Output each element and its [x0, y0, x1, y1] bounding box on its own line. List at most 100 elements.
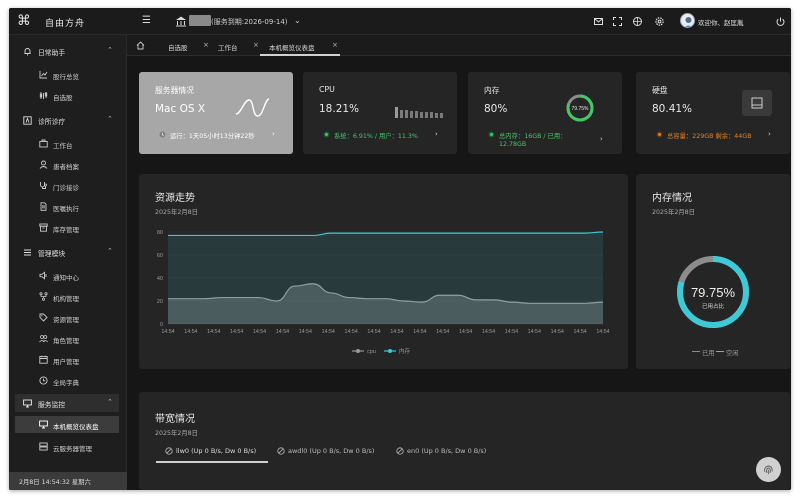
- chevron-down-icon[interactable]: ⌄: [294, 16, 301, 25]
- x-tick-label: 14:54: [596, 329, 609, 335]
- sidebar-item-roles[interactable]: 角色管理: [9, 330, 127, 347]
- workbench-icon: [39, 139, 48, 148]
- x-tick-label: 14:54: [322, 329, 335, 335]
- app-window: ⌘ 自由方舟 ☰ (服务到期:2026-09-14) ⌄ 欢迎你、赵匡胤 日常助…: [9, 8, 791, 490]
- sidebar-item-label: 本机概览仪表盘: [53, 423, 99, 431]
- sidebar-item-resources[interactable]: 资源管理: [9, 309, 127, 326]
- resource-trend-card: 资源走势 2025年2月8日 0 20 40 60 80 14:54 14:54 14:54 1…: [139, 174, 628, 369]
- interface-icon: [277, 447, 285, 455]
- sidebar-item-label: 云服务器管理: [53, 445, 92, 453]
- x-tick-label: 14:54: [390, 329, 403, 335]
- sidebar-group-label: 管理模块: [38, 250, 66, 258]
- x-tick-label: 14:54: [573, 329, 586, 335]
- sidebar-item-label: 用户管理: [53, 358, 79, 366]
- tab-watchlist[interactable]: 自选股 ×: [160, 35, 210, 56]
- status-dot-icon: [323, 131, 330, 138]
- sidebar-item-watchlist[interactable]: 自选股: [9, 87, 127, 104]
- sidebar-item-outpatient[interactable]: 门诊接诊: [9, 177, 127, 194]
- net-tab-llw0[interactable]: llw0 (Up 0 B/s, Dw 0 B/s): [156, 442, 268, 463]
- memory-panel: 内存情况 2025年2月8日 79.75% 已用占比 已用 空闲: [636, 174, 790, 369]
- sidebar-item-orders[interactable]: 医嘱执行: [9, 198, 127, 215]
- sidebar-item-dictionary[interactable]: 全局字典: [9, 372, 127, 389]
- datetime-text: 2月8日 14:54:32 星期六: [19, 479, 91, 486]
- command-logo-icon[interactable]: ⌘: [17, 14, 31, 28]
- fingerprint-button[interactable]: [756, 457, 781, 482]
- sidebar-item-users[interactable]: 用户管理: [9, 351, 127, 368]
- tab-label: 工作台: [218, 44, 238, 52]
- sidebar-group-clinic[interactable]: 诊所诊疗 ⌃: [9, 111, 127, 129]
- legend-free: 空闲: [726, 350, 739, 357]
- calendar-user-icon: [39, 355, 48, 364]
- x-tick-label: 14:54: [459, 329, 472, 335]
- tab-local-dashboard[interactable]: 本机概览仪表盘 ×: [260, 35, 340, 56]
- sidebar-item-inventory[interactable]: 库存管理: [9, 219, 127, 236]
- apple-wave-icon: [235, 98, 270, 117]
- settings-icon[interactable]: [654, 16, 665, 27]
- hard-disk-icon: [751, 97, 763, 109]
- sidebar-item-label: 资源管理: [53, 316, 79, 324]
- chevron-up-icon: ⌃: [107, 398, 113, 406]
- close-icon[interactable]: ×: [203, 41, 209, 49]
- bank-icon: [176, 16, 186, 27]
- chevron-up-icon: ⌃: [107, 247, 113, 255]
- section-date: 2025年2月8日: [155, 430, 198, 437]
- sidebar-item-market-overview[interactable]: 股行总览: [9, 66, 127, 83]
- sidebar-clock: 2月8日 14:54:32 星期六: [9, 472, 127, 490]
- chevron-right-icon[interactable]: ›: [600, 135, 603, 143]
- x-tick-label: 14:54: [161, 329, 174, 335]
- x-tick-label: 14:54: [184, 329, 197, 335]
- memory-card: 内存 80% 79.75% 总内存：16GB / 已用： 12.78GB ›: [468, 72, 622, 154]
- uptime-text: 运行：1天05小时13分钟22秒: [170, 133, 255, 140]
- cpu-value: 18.21%: [319, 103, 360, 115]
- legend-dot-内存: [388, 349, 392, 353]
- power-icon[interactable]: [775, 16, 786, 27]
- sidebar-item-local-dashboard[interactable]: 本机概览仪表盘: [15, 416, 119, 433]
- service-expiry: (服务到期:2026-09-14): [211, 18, 288, 26]
- card-title: CPU: [319, 85, 335, 94]
- chevron-right-icon[interactable]: ›: [435, 130, 438, 138]
- net-tab-en0[interactable]: en0 (Up 0 B/s, Dw 0 B/s): [396, 442, 508, 463]
- sidebar-item-workbench[interactable]: 工作台: [9, 135, 127, 152]
- sidebar-item-cloud-servers[interactable]: 云服务器管理: [9, 438, 127, 455]
- close-icon[interactable]: ×: [332, 41, 338, 49]
- sidebar-group-daily[interactable]: 日常助手 ⌃: [9, 42, 127, 60]
- net-tab-awdl0[interactable]: awdl0 (Up 0 B/s, Dw 0 B/s): [277, 442, 389, 463]
- monitor-icon: [39, 420, 48, 429]
- chevron-right-icon[interactable]: ›: [768, 130, 771, 138]
- sidebar-item-patients[interactable]: 患者档案: [9, 156, 127, 173]
- x-tick-label: 14:54: [276, 329, 289, 335]
- user-icon: [39, 160, 48, 169]
- cpu-card: CPU 18.21% 系统：6.91% / 用户：11.3% ›: [303, 72, 457, 154]
- tab-workbench[interactable]: 工作台 ×: [210, 35, 260, 56]
- x-tick-label: 14:54: [207, 329, 220, 335]
- interface-icon: [165, 447, 173, 455]
- chevron-right-icon[interactable]: ›: [272, 130, 275, 138]
- language-icon[interactable]: [632, 16, 643, 27]
- legend-swatch-free: [716, 351, 724, 352]
- close-icon[interactable]: ×: [253, 41, 259, 49]
- legend-label-内存: 内存: [399, 347, 411, 355]
- x-tick-label: 14:54: [436, 329, 449, 335]
- legend-used: 已用: [702, 350, 715, 357]
- memory-gauge-caption: 已用占比: [702, 302, 725, 310]
- tag-icon: [39, 313, 48, 322]
- status-dot-icon: [488, 131, 495, 138]
- clinic-icon: [23, 116, 32, 125]
- sidebar-item-organizations[interactable]: 机构管理: [9, 288, 127, 305]
- memory-detail-line1: 总内存：16GB / 已用：: [499, 133, 567, 140]
- tab-home[interactable]: [135, 35, 149, 56]
- sidebar-item-notifications[interactable]: 通知中心: [9, 267, 127, 284]
- bell-icon: [24, 48, 31, 56]
- avatar[interactable]: [680, 13, 695, 28]
- sidebar-item-label: 通知中心: [53, 274, 79, 282]
- server-card: 服务器情况 Mac OS X 运行：1天05小时13分钟22秒 ›: [139, 72, 293, 154]
- fullscreen-icon[interactable]: [612, 16, 623, 27]
- sidebar-group-monitoring[interactable]: 服务监控 ⌃: [15, 394, 119, 412]
- section-title: 带宽情况: [155, 414, 195, 425]
- legend-swatch-used: [692, 351, 700, 352]
- x-tick-label: 14:54: [482, 329, 495, 335]
- disk-value: 80.41%: [652, 103, 693, 115]
- menu-toggle-icon[interactable]: ☰: [142, 15, 151, 26]
- mail-icon[interactable]: [593, 16, 604, 27]
- sidebar-group-management[interactable]: 管理模块 ⌃: [9, 243, 127, 261]
